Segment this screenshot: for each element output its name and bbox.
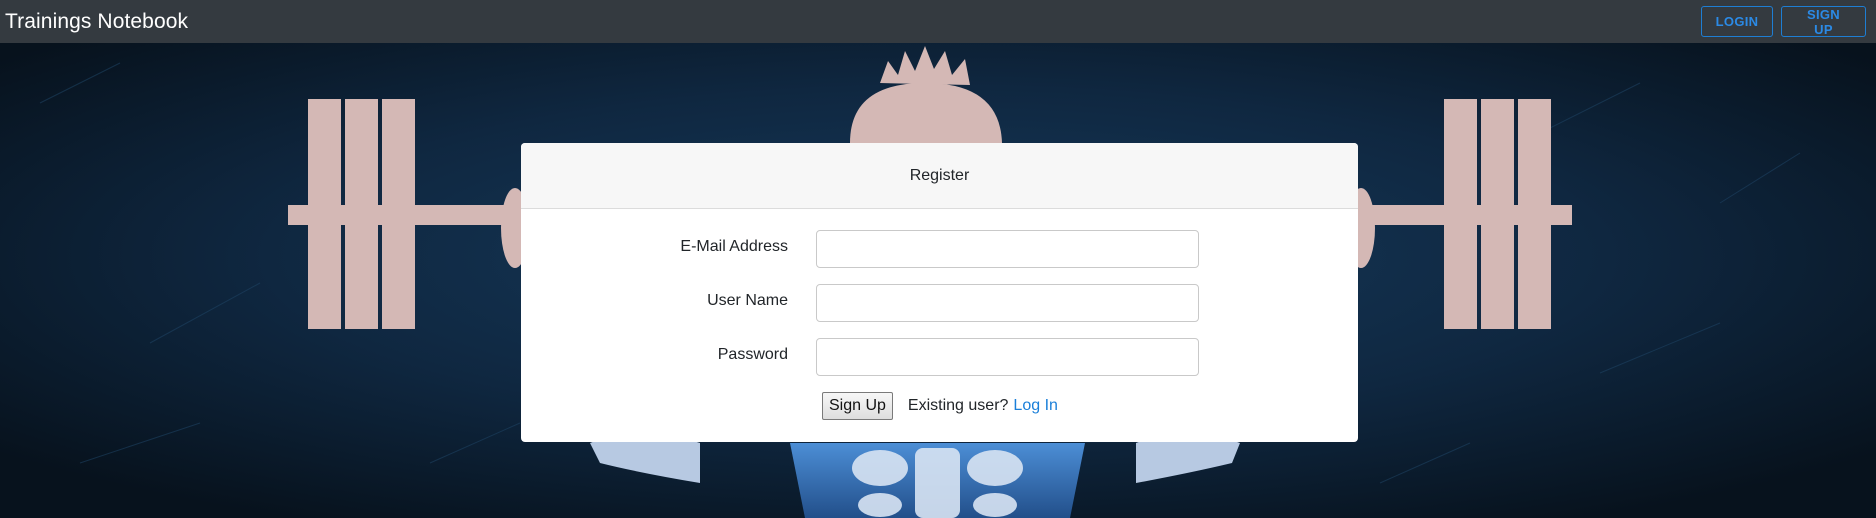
- nav-buttons: LOGIN SIGN UP: [1701, 6, 1866, 37]
- password-label: Password: [717, 346, 788, 363]
- brand-title[interactable]: Trainings Notebook: [5, 10, 188, 34]
- email-row: E-Mail Address: [521, 228, 1358, 268]
- email-label: E-Mail Address: [680, 238, 788, 255]
- username-label: User Name: [707, 292, 788, 309]
- card-title: Register: [521, 143, 1358, 209]
- password-field[interactable]: [816, 338, 1199, 376]
- register-card: Register E-Mail Address User Name Passwo…: [521, 143, 1358, 442]
- sign-up-submit-button[interactable]: Sign Up: [822, 392, 893, 420]
- password-row: Password: [521, 336, 1358, 376]
- signup-button[interactable]: SIGN UP: [1781, 6, 1866, 37]
- top-navbar: Trainings Notebook LOGIN SIGN UP: [0, 0, 1876, 43]
- log-in-link[interactable]: Log In: [1013, 397, 1057, 415]
- username-row: User Name: [521, 282, 1358, 322]
- form-actions: Sign Up Existing user? Log In: [822, 392, 1058, 420]
- username-field[interactable]: [816, 284, 1199, 322]
- email-field[interactable]: [816, 230, 1199, 268]
- existing-user-text: Existing user?: [907, 397, 1009, 414]
- login-button[interactable]: LOGIN: [1701, 6, 1773, 37]
